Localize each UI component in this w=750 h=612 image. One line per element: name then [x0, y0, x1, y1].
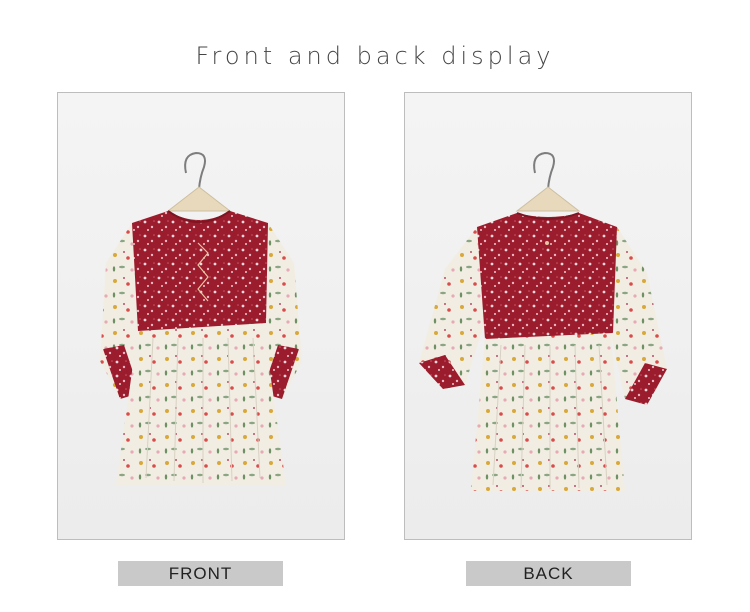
- back-blouse-image: [419, 151, 667, 491]
- page-title: Front and back display: [195, 42, 555, 70]
- back-caption: BACK: [466, 561, 631, 586]
- back-photo-frame: [404, 92, 692, 540]
- front-caption: FRONT: [118, 561, 283, 586]
- front-photo-frame: [57, 92, 345, 540]
- front-blouse-image: [100, 151, 302, 485]
